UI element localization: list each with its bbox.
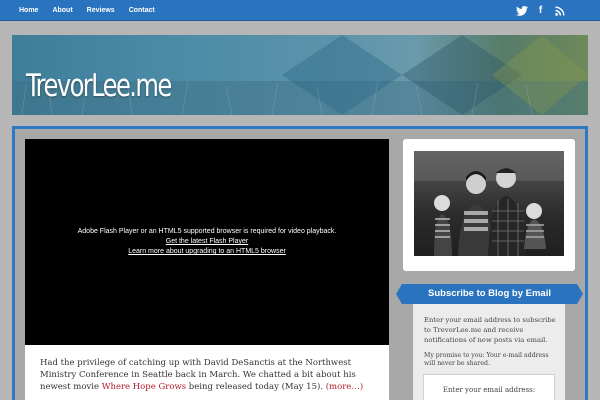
facebook-icon[interactable]: f bbox=[533, 3, 548, 18]
movie-link[interactable]: Where Hope Grows bbox=[102, 382, 186, 392]
email-field[interactable]: Enter your email address: bbox=[423, 374, 555, 400]
flash-message: Adobe Flash Player or an HTML5 supported… bbox=[25, 227, 389, 257]
post-excerpt: Had the privilege of catching up with Da… bbox=[25, 345, 389, 400]
html5-info-link[interactable]: Learn more about upgrading to an HTML5 b… bbox=[25, 247, 389, 257]
read-more-link[interactable]: (more…) bbox=[326, 382, 363, 392]
nav-home[interactable]: Home bbox=[12, 0, 45, 21]
profile-photo-card bbox=[403, 139, 575, 271]
top-nav-bar: Home About Reviews Contact f bbox=[0, 0, 600, 21]
flash-download-link[interactable]: Get the latest Flash Player bbox=[25, 237, 389, 247]
privacy-promise: My promise to you: Your e-mail address w… bbox=[424, 352, 549, 367]
subscribe-title: Subscribe to Blog by Email bbox=[428, 288, 551, 299]
subscribe-panel: Enter your email address to subscribe to… bbox=[413, 304, 565, 400]
nav-about[interactable]: About bbox=[45, 0, 79, 21]
header-banner: TrevorLee.me bbox=[12, 35, 588, 115]
flash-required-text: Adobe Flash Player or an HTML5 supported… bbox=[77, 228, 337, 235]
nav-menu: Home About Reviews Contact bbox=[12, 0, 162, 21]
social-links: f bbox=[514, 3, 567, 18]
video-player[interactable]: Adobe Flash Player or an HTML5 supported… bbox=[25, 139, 389, 345]
family-photo bbox=[414, 151, 564, 256]
rss-icon[interactable] bbox=[552, 3, 567, 18]
subscribe-description: Enter your email address to subscribe to… bbox=[424, 316, 556, 344]
post-text-end: being released today (May 15). bbox=[188, 382, 324, 392]
site-title[interactable]: TrevorLee.me bbox=[26, 68, 172, 104]
twitter-icon[interactable] bbox=[514, 3, 529, 18]
nav-contact[interactable]: Contact bbox=[122, 0, 162, 21]
subscribe-ribbon: Subscribe to Blog by Email bbox=[396, 284, 583, 304]
nav-reviews[interactable]: Reviews bbox=[80, 0, 122, 21]
